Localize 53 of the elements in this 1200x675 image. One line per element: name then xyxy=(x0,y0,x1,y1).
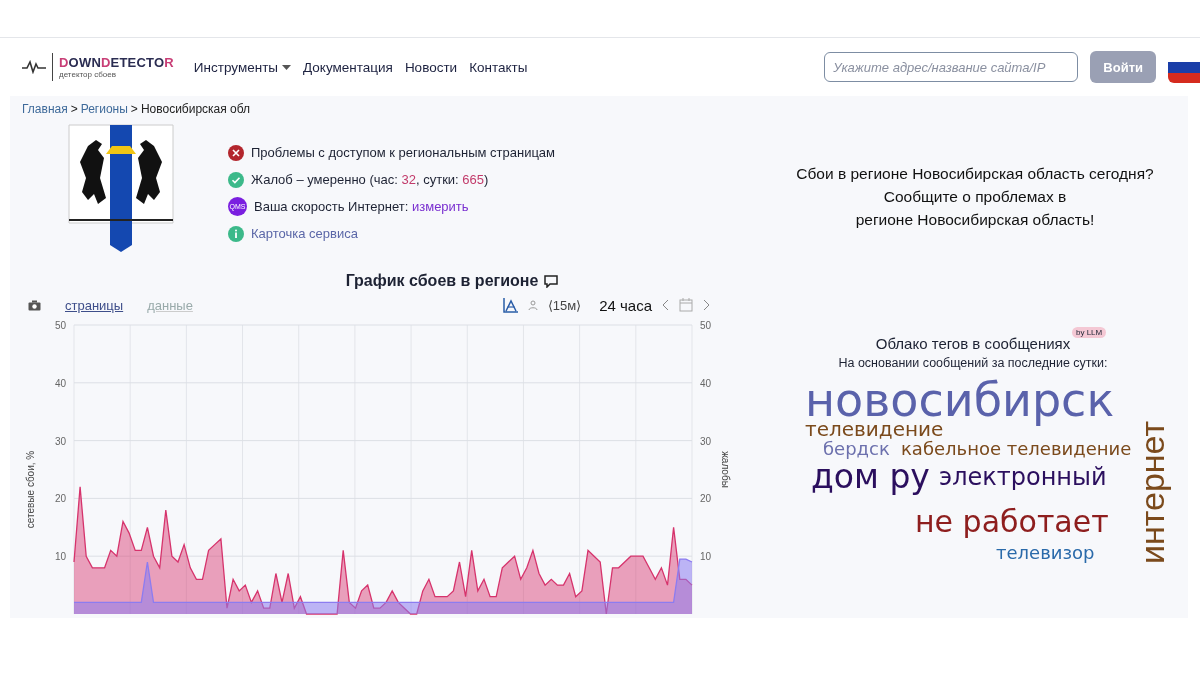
nav-link[interactable]: Документация xyxy=(303,59,393,75)
axis-tick-label: 40 xyxy=(700,377,712,389)
axis-tick-label: 10 xyxy=(700,551,712,563)
axis-tick-label: 20 xyxy=(700,493,712,505)
cloud-subtitle: На основании сообщений за последние сутки: xyxy=(837,356,1108,370)
nav-link[interactable]: Контакты xyxy=(469,59,528,75)
status-text: Ваша скорость Интернет: измерить xyxy=(254,199,469,214)
axis-tick-label: 10 xyxy=(54,551,66,563)
area-chart-icon[interactable] xyxy=(502,297,518,313)
axis-tick-label: 30 xyxy=(700,435,712,447)
service-card-link[interactable]: Карточка сервиса xyxy=(251,226,358,241)
llm-badge: by LLM xyxy=(1072,327,1107,338)
measure-link[interactable]: измерить xyxy=(412,199,469,214)
status-text: Жалоб – умеренно (час: 32, сутки: 665) xyxy=(251,172,489,187)
chart-tab[interactable]: страницы xyxy=(65,297,124,313)
breadcrumb-separator: > xyxy=(70,102,78,118)
check-icon xyxy=(228,171,244,188)
report-prompt: Сбои в регионе Новосибирская область сегодня? Сообщите о проблемах в регионе Новосибирская область! xyxy=(795,164,1154,230)
breadcrumb-link[interactable]: Регионы xyxy=(80,102,128,124)
breadcrumb-link[interactable]: Главная xyxy=(22,102,68,124)
interval-toggle[interactable]: ⟨15м⟩ xyxy=(547,297,582,313)
axis-title: сетевые сбои, % xyxy=(25,450,36,529)
tag-word[interactable]: телевизор xyxy=(996,544,1095,563)
tag-word[interactable]: электронный xyxy=(939,465,1107,491)
tag-word[interactable]: дом ру xyxy=(811,460,930,495)
breadcrumb-current: Новосибирская обл xyxy=(140,102,251,118)
period-label[interactable]: 24 часа xyxy=(599,296,652,314)
axis-tick-label: 40 xyxy=(54,377,66,389)
tag-word[interactable]: не работает xyxy=(915,506,1109,538)
chevron-right-icon[interactable] xyxy=(703,299,710,311)
tag-word[interactable]: интернет xyxy=(1135,416,1169,568)
search-field[interactable]: Укажите адрес/название сайта/IP xyxy=(824,52,1079,82)
status-text: Проблемы с доступом к региональным страницам xyxy=(251,145,556,160)
tag-word[interactable]: бердск xyxy=(823,440,890,459)
nav-link[interactable]: Инструменты xyxy=(193,59,292,75)
axis-tick-label: 30 xyxy=(54,435,66,447)
logo-text[interactable]: DOWNDETECTOR xyxy=(59,55,174,70)
camera-icon[interactable] xyxy=(28,299,41,311)
pulse-icon xyxy=(22,60,46,74)
tag-word[interactable]: кабельное телевидение xyxy=(901,440,1132,459)
axis-tick-label: 50 xyxy=(700,320,712,331)
logo-tagline: детектор сбоев xyxy=(59,69,117,79)
chart-title: График сбоев в регионе xyxy=(345,272,539,290)
breadcrumb-separator: > xyxy=(130,102,138,118)
cloud-title: Облако тегов в сообщениях xyxy=(875,335,1071,352)
chevron-left-icon[interactable] xyxy=(662,299,669,311)
nav-link[interactable]: Новости xyxy=(404,59,458,75)
error-icon xyxy=(228,144,244,161)
axis-tick-label: 20 xyxy=(54,493,66,505)
comment-icon[interactable] xyxy=(544,274,559,288)
axis-tick-label: 50 xyxy=(54,320,66,331)
axis-title: жалобы xyxy=(720,451,731,488)
info-icon xyxy=(228,225,244,242)
